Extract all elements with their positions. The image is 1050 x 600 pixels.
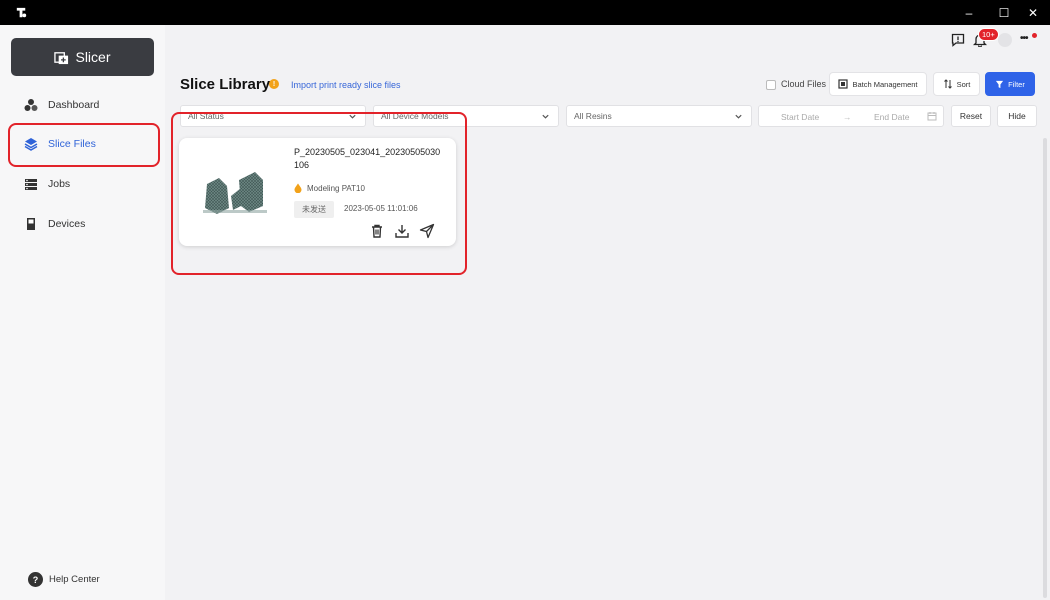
vertical-scrollbar[interactable] [1043, 138, 1047, 598]
title-bar: – ☐ ✕ [0, 0, 1050, 25]
sidebar-item-label: Dashboard [48, 99, 100, 111]
help-center-label: Help Center [49, 574, 100, 585]
calendar-icon [927, 112, 937, 121]
jobs-icon [24, 177, 38, 191]
batch-management-button[interactable]: Batch Management [829, 72, 927, 96]
slice-file-card-highlight [171, 112, 467, 275]
chevron-down-icon [735, 114, 742, 119]
hide-button[interactable]: Hide [997, 105, 1037, 127]
info-icon[interactable]: ! [269, 79, 279, 89]
import-files-link[interactable]: Import print ready slice files [291, 80, 401, 90]
cloud-files-label: Cloud Files [781, 79, 827, 89]
batch-icon [838, 79, 849, 89]
sidebar: Slicer Dashboard Slice Files Jobs Device… [0, 25, 165, 600]
sidebar-item-dashboard[interactable]: Dashboard [24, 90, 99, 120]
help-icon: ? [28, 572, 43, 587]
slicer-app-button[interactable]: Slicer [11, 38, 154, 76]
notification-badge: 10+ [978, 28, 999, 41]
slicer-app-label: Slicer [75, 49, 111, 65]
slice-files-highlight [8, 123, 160, 167]
page-title: Slice Library [180, 76, 271, 93]
reset-button[interactable]: Reset [951, 105, 991, 127]
minimize-button[interactable]: – [952, 0, 986, 25]
sort-icon [943, 79, 952, 89]
start-date-input[interactable]: Start Date [781, 112, 819, 122]
sort-button[interactable]: Sort [933, 72, 980, 96]
close-button[interactable]: ✕ [1016, 0, 1050, 25]
more-menu-button[interactable]: ••• [1020, 33, 1028, 44]
avatar[interactable] [998, 33, 1012, 47]
filter-button[interactable]: Filter [985, 72, 1035, 96]
batch-management-label: Batch Management [852, 79, 918, 89]
sidebar-item-label: Jobs [48, 178, 71, 190]
avatar-status-dot [1032, 33, 1037, 38]
dashboard-icon [24, 98, 38, 112]
chevron-down-icon [542, 114, 549, 119]
feedback-icon[interactable] [951, 33, 965, 47]
sidebar-item-label: Devices [48, 218, 86, 230]
filter-label: Filter [1008, 79, 1025, 89]
sidebar-item-jobs[interactable]: Jobs [24, 169, 70, 199]
filter-icon [996, 80, 1004, 88]
cloud-files-checkbox[interactable] [766, 80, 776, 90]
app-logo-icon [16, 7, 27, 18]
help-center-link[interactable]: ? Help Center [28, 572, 100, 587]
arrow-right-icon: → [843, 112, 852, 122]
resins-select[interactable]: All Resins [566, 105, 752, 127]
sort-label: Sort [956, 79, 971, 89]
date-range-picker[interactable]: Start Date → End Date [758, 105, 944, 127]
device-icon [24, 217, 38, 231]
sidebar-item-devices[interactable]: Devices [24, 209, 85, 239]
resins-select-value: All Resins [574, 111, 612, 121]
end-date-input[interactable]: End Date [874, 112, 909, 122]
slicer-icon [54, 51, 69, 64]
